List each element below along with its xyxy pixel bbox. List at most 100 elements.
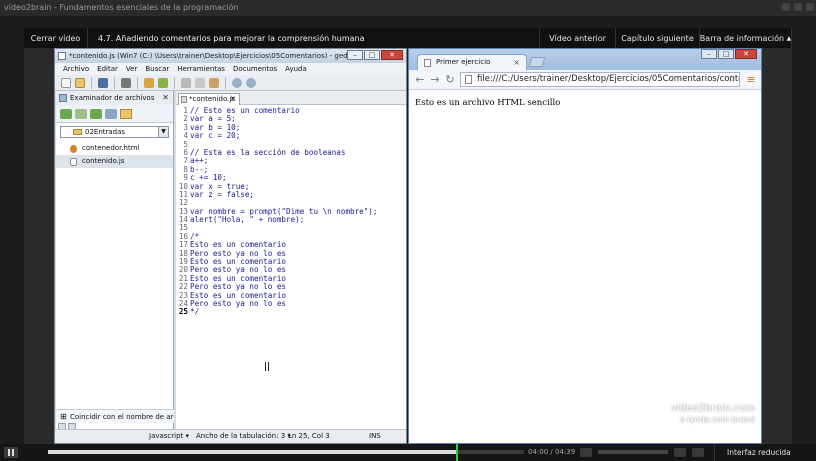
menu-editar[interactable]: Editar — [97, 63, 118, 75]
html-file-icon — [70, 145, 77, 153]
maximize-icon[interactable]: □ — [718, 49, 734, 59]
insert-mode: INS — [369, 432, 381, 440]
copy-icon[interactable] — [195, 77, 205, 88]
filename-filter-toggle[interactable]: ⊞ Coincidir con el nombre de archivo — [56, 409, 174, 423]
previous-video-button[interactable]: Vídeo anterior — [540, 28, 616, 48]
minimize-icon[interactable]: – — [701, 49, 717, 59]
tab-width-selector[interactable]: Ancho de la tabulación: 3 ▾ — [196, 430, 291, 443]
bookmark-star-icon[interactable]: ☆ — [727, 73, 736, 86]
language-selector[interactable]: Javascript ▾ — [149, 430, 189, 443]
fullscreen-icon[interactable] — [692, 448, 704, 457]
tab-contenido-js[interactable]: *contenido.js ✕ — [178, 93, 240, 105]
js-file-icon — [70, 158, 77, 166]
close-icon[interactable] — [806, 3, 814, 11]
rewind-icon[interactable] — [580, 448, 592, 457]
print-icon[interactable] — [121, 77, 131, 88]
file-browser-title: Examinador de archivos — [70, 94, 155, 102]
maximize-icon[interactable] — [794, 3, 802, 11]
browser-window: Primer ejercicio × – □ ✕ ← → ↻ file:///C… — [408, 48, 762, 444]
cut-icon[interactable] — [181, 77, 191, 88]
watermark-line-2: a lynda.com brand — [679, 415, 755, 424]
reduced-interface-button[interactable]: Interfaz reducida — [714, 444, 814, 461]
filename-filter-label: Coincidir con el nombre de archivo — [70, 413, 174, 421]
minimize-icon[interactable] — [782, 3, 790, 11]
time-display: 04:00 / 04:39 — [528, 448, 576, 456]
progress-fill — [48, 450, 458, 454]
file-browser-header: Examinador de archivos ✕ — [56, 91, 173, 105]
reload-icon[interactable]: ↻ — [445, 73, 455, 86]
menu-archivo[interactable]: Archivo — [63, 63, 89, 75]
find-icon[interactable] — [232, 77, 242, 88]
browser-tab[interactable]: Primer ejercicio × — [417, 54, 527, 70]
line-text: var z = false; — [190, 189, 255, 199]
menu-buscar[interactable]: Buscar — [145, 63, 169, 75]
gedit-title-bar: *contenido.js (Win7 (C:) \Users\trainer\… — [55, 49, 406, 63]
back-icon[interactable]: ← — [415, 73, 425, 86]
pause-button[interactable] — [4, 447, 18, 458]
watermark: video2brain.com a lynda.com brand — [671, 403, 755, 425]
paste-icon[interactable] — [209, 77, 219, 88]
info-bar-label: Barra de información — [700, 33, 785, 43]
minimize-icon[interactable]: – — [347, 50, 363, 60]
code-line: 15 — [176, 224, 406, 233]
volume-icon[interactable] — [674, 448, 686, 457]
undo-icon[interactable] — [144, 77, 154, 88]
gedit-title: *contenido.js (Win7 (C:) \Users\trainer\… — [69, 52, 353, 60]
lesson-title: 4.7. Añadiendo comentarios para mejorar … — [88, 28, 540, 48]
close-tab-icon[interactable]: ✕ — [230, 94, 236, 105]
volume-slider[interactable] — [598, 450, 668, 454]
filter-icon[interactable] — [120, 108, 132, 119]
close-video-button[interactable]: Cerrar vídeo — [24, 28, 88, 48]
code-editor[interactable]: *contenido.js ✕ 1// Esto es un comentari… — [176, 91, 406, 431]
next-chapter-button[interactable]: Capítulo siguiente — [616, 28, 700, 48]
app-title: video2brain - Fundamentos esenciales de … — [4, 3, 239, 12]
page-text: Esto es un archivo HTML sencillo — [415, 98, 561, 108]
code-area[interactable]: 1// Esto es un comentario 2 var a = 5; 3 var… — [176, 105, 406, 317]
page-icon — [424, 59, 431, 67]
replace-icon[interactable] — [246, 77, 256, 88]
back-icon[interactable] — [60, 108, 72, 119]
browser-toolbar: ← → ↻ file:///C:/Users/trainer/Desktop/E… — [409, 70, 761, 90]
line-text: */ — [190, 307, 200, 317]
new-tab-button[interactable] — [528, 57, 546, 67]
info-bar-button[interactable]: Barra de información ▲ — [700, 28, 792, 48]
page-icon — [465, 75, 472, 84]
close-icon[interactable]: ✕ — [162, 91, 169, 105]
app-title-bar: video2brain - Fundamentos esenciales de … — [0, 0, 816, 16]
file-item-contenido[interactable]: contenido.js — [56, 155, 173, 168]
file-item-contenedor[interactable]: contenedor.html — [56, 142, 173, 155]
menu-documentos[interactable]: Documentos — [233, 63, 277, 75]
toolbar-separator — [91, 76, 92, 89]
progress-track[interactable] — [48, 450, 524, 454]
editor-tabbar: *contenido.js ✕ — [176, 91, 406, 105]
code-line: 7 a++; — [176, 156, 406, 165]
redo-icon[interactable] — [158, 77, 168, 88]
toolbar-separator — [137, 76, 138, 89]
maximize-icon[interactable]: □ — [364, 50, 380, 60]
new-file-icon[interactable] — [61, 77, 71, 88]
toolbar-separator — [225, 76, 226, 89]
forward-icon[interactable] — [75, 108, 87, 119]
refresh-icon[interactable] — [105, 108, 117, 119]
open-folder-icon[interactable] — [75, 77, 85, 88]
close-icon[interactable]: ✕ — [381, 50, 403, 60]
close-tab-icon[interactable]: × — [513, 55, 520, 70]
menu-herramientas[interactable]: Herramientas — [177, 63, 225, 75]
file-browser-pane: Examinador de archivos ✕ 02Entradas ▼ co… — [56, 91, 174, 431]
pause-icon — [8, 449, 10, 456]
chevron-down-icon: ▼ — [158, 127, 168, 137]
code-line: 4 var c = 20; — [176, 131, 406, 140]
up-icon[interactable] — [90, 108, 102, 119]
menu-ver[interactable]: Ver — [126, 63, 137, 75]
folder-select[interactable]: 02Entradas ▼ — [60, 126, 169, 138]
progress-marker[interactable] — [456, 444, 458, 461]
save-icon[interactable] — [98, 77, 108, 88]
menu-ayuda[interactable]: Ayuda — [285, 63, 307, 75]
video-player-bar: 04:00 / 04:39 Interfaz reducida — [0, 444, 816, 461]
close-icon[interactable]: ✕ — [735, 49, 757, 59]
code-line: 6// Esta es la sección de booleanas — [176, 148, 406, 157]
forward-icon[interactable]: → — [430, 73, 440, 86]
browser-tabstrip: Primer ejercicio × – □ ✕ — [409, 49, 761, 70]
address-bar[interactable]: file:///C:/Users/trainer/Desktop/Ejercic… — [460, 72, 740, 87]
browser-menu-icon[interactable]: ≡ — [745, 73, 757, 86]
